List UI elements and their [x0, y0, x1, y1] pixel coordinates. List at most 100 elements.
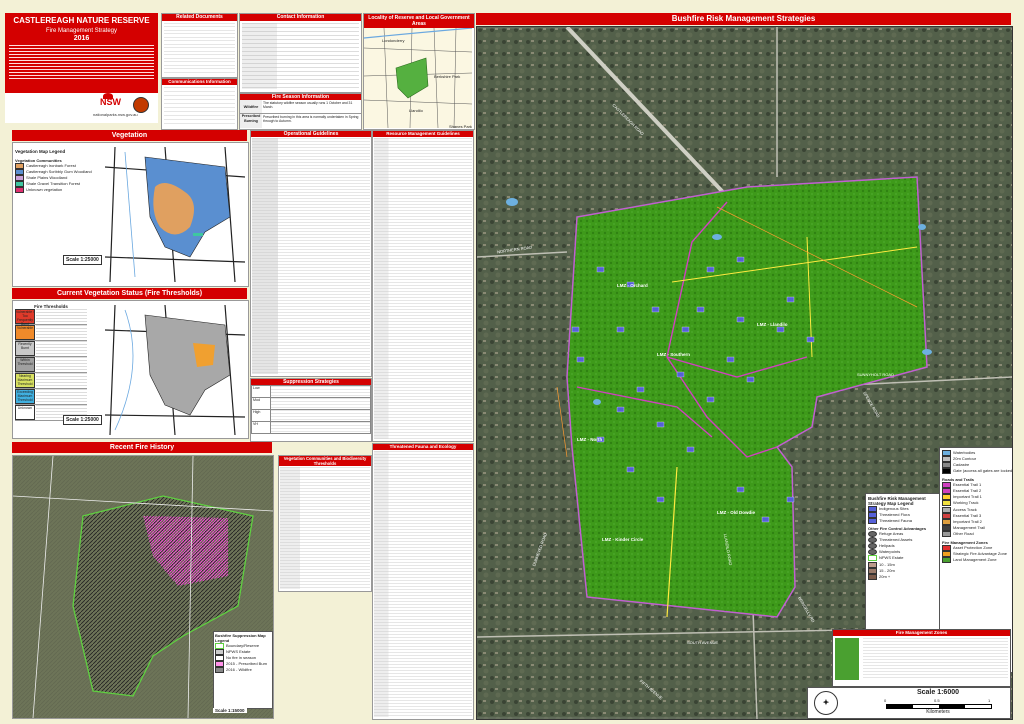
- waratah-icon: [103, 93, 113, 99]
- north-arrow-icon: ✦: [814, 691, 838, 715]
- site-marker: [786, 496, 795, 503]
- veg-legend-title: Vegetation Map Legend: [15, 149, 66, 154]
- zone-label: LMZ - North: [577, 437, 603, 442]
- fmz-table: Fire Management Zones: [832, 629, 1011, 687]
- strategy-year: 2016: [73, 35, 90, 42]
- site-marker: [706, 266, 715, 273]
- locality-title: Locality of Reserve and Local Government…: [364, 14, 474, 28]
- suppression-level: Mod: [251, 397, 271, 410]
- site-marker: [786, 296, 795, 303]
- threatened-fauna-panel: Threatened Fauna and Ecology: [372, 443, 474, 720]
- suppression-table: Low Mod High VH: [251, 385, 371, 434]
- threshold-description: [36, 389, 87, 404]
- threshold-row: Recently Burnt: [15, 341, 87, 357]
- site-marker: [736, 316, 745, 323]
- site-marker: [656, 496, 665, 503]
- site-marker: [686, 446, 695, 453]
- threshold-swatch: Vulnerable: [15, 325, 35, 340]
- legend-contour: 20m +: [868, 573, 940, 580]
- threshold-description: [36, 341, 87, 356]
- site-marker: [726, 356, 735, 363]
- communications-title: Communications Information: [162, 79, 237, 85]
- fh-legend-item: 2016 - Wildfire: [215, 667, 271, 674]
- threshold-description: [36, 357, 87, 372]
- threshold-swatch: Vulnerable / Too Frequently Burnt: [15, 309, 35, 326]
- locality-panel: Locality of Reserve and Local Government…: [363, 13, 475, 130]
- locality-label: Llandilo: [409, 108, 423, 113]
- site-marker: [626, 466, 635, 473]
- fire-history-legend: Bushfire Suppression Map Legend Boundary…: [213, 631, 273, 709]
- legend-item: Other Road: [942, 530, 1012, 537]
- fire-history-legend-title: Bushfire Suppression Map Legend: [215, 633, 266, 643]
- contact-table: [242, 23, 359, 89]
- veg-communities-table: [280, 467, 370, 589]
- threshold-scale: Scale 1:25000: [63, 415, 102, 425]
- threshold-row: Nearing Maximum Threshold: [15, 373, 87, 389]
- npws-emblem-icon: [133, 97, 149, 113]
- logo-area: NSW nationalparks.nsw.gov.au: [5, 93, 158, 123]
- communications-table: [164, 87, 235, 125]
- site-marker: [806, 336, 815, 343]
- locality-label: Shanes Park: [449, 124, 472, 129]
- locality-label: Londonderry: [382, 38, 405, 43]
- threshold-row: Vulnerable: [15, 325, 87, 341]
- fire-threshold-legend: Fire Thresholds Vulnerable / Too Frequen…: [15, 304, 87, 421]
- fire-season-row-prescribed: Prescribed Burning Prescribed burning in…: [240, 114, 361, 128]
- veg-communities-title: Vegetation Communities and Biodiversity …: [279, 456, 371, 466]
- scale-tick: 0: [884, 698, 887, 703]
- suppression-panel: Suppression Strategies Low Mod High VH: [250, 378, 372, 442]
- site-marker: [616, 326, 625, 333]
- threshold-description: [36, 309, 87, 324]
- contact-panel: Contact Information: [239, 13, 362, 93]
- legend-item: Land Management Zone: [942, 556, 1012, 563]
- reserve-locality-shape: [395, 57, 429, 99]
- scale-block: ✦ Scale 1:6000 0 0.5 1 Kilometers: [807, 687, 1011, 719]
- vegetation-title: Vegetation: [12, 130, 247, 141]
- site-marker: [761, 516, 770, 523]
- site-marker: [656, 421, 665, 428]
- threshold-swatch: Unknown: [15, 405, 35, 420]
- operational-guidelines-title: Operational Guidelines: [251, 131, 371, 137]
- resource-guidelines-title: Resource Management Guidelines: [373, 131, 473, 137]
- site-marker: [746, 376, 755, 383]
- fire-season-label: Wildfire: [240, 100, 262, 113]
- fire-season-row-wildfire: Wildfire The statutory wildfire season u…: [240, 100, 361, 114]
- fire-threshold-map: [105, 305, 245, 435]
- site-marker: [651, 306, 660, 313]
- locality-label: Berkshire Park: [434, 74, 461, 79]
- veg-legend: Vegetation Map Legend Vegetation Communi…: [15, 149, 105, 194]
- fire-history-title: Recent Fire History: [12, 442, 272, 453]
- threatened-fauna-title: Threatened Fauna and Ecology: [373, 444, 473, 450]
- scale-tick: 1: [988, 698, 991, 703]
- threshold-description: [36, 373, 87, 388]
- scale-label: Scale 1:6000: [916, 689, 960, 696]
- related-documents-panel: Related Documents: [161, 13, 238, 78]
- strategy-subtitle: Fire Management Strategy: [45, 28, 118, 34]
- agency-url: nationalparks.nsw.gov.au: [93, 112, 138, 117]
- threshold-row: Within Threshold: [15, 357, 87, 373]
- threatened-fauna-table: [374, 451, 472, 717]
- header-block: CASTLEREAGH NATURE RESERVE Fire Manageme…: [5, 13, 158, 123]
- threshold-swatch: Nearing Maximum Threshold: [15, 373, 35, 388]
- road-label: SUNNYHOLT ROAD: [857, 372, 894, 377]
- strategy-legend: Bushfire Risk Management Strategy Map Le…: [865, 493, 943, 639]
- fire-season-panel: Fire Season Information Wildfire The sta…: [239, 93, 362, 130]
- legend-fauna: Threatened Fauna: [868, 518, 940, 525]
- veg-communities-panel: Vegetation Communities and Biodiversity …: [278, 455, 372, 592]
- contact-title: Contact Information: [240, 14, 361, 21]
- resource-guidelines-panel: Resource Management Guidelines: [372, 130, 474, 442]
- zone-label: LMZ - Kinder Circle: [602, 537, 644, 542]
- zone-label: LMZ - Southern: [657, 352, 690, 357]
- current-veg-panel: Fire Thresholds Vulnerable / Too Frequen…: [12, 300, 249, 439]
- site-marker: [706, 396, 715, 403]
- veg-scale: Scale 1:25000: [63, 255, 102, 265]
- vegetation-map: [105, 147, 245, 282]
- site-marker: [776, 326, 785, 333]
- fmz-table-body: [833, 636, 1010, 682]
- related-documents-list: [164, 23, 235, 73]
- related-documents-title: Related Documents: [162, 14, 237, 21]
- threshold-swatch: Recently Burnt: [15, 341, 35, 356]
- site-marker: [696, 306, 705, 313]
- site-marker: [596, 266, 605, 273]
- threshold-row: Vulnerable / Too Frequently Burnt: [15, 309, 87, 326]
